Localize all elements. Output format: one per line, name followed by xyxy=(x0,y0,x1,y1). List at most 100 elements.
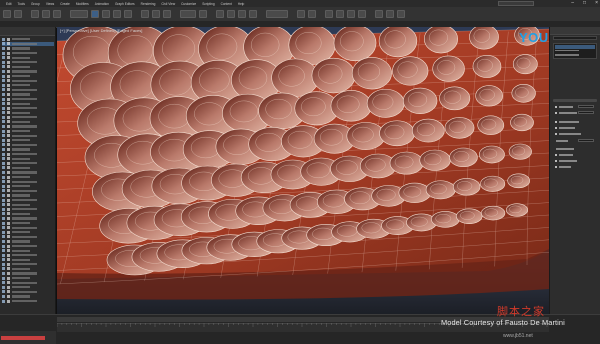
visibility-icon[interactable] xyxy=(2,51,5,55)
visibility-icon[interactable] xyxy=(2,189,5,193)
visibility-icon[interactable] xyxy=(2,212,5,216)
layer-explorer-icon[interactable] xyxy=(325,10,333,18)
curve-editor-icon[interactable] xyxy=(336,10,344,18)
pivot-center-icon[interactable] xyxy=(199,10,207,18)
render-setup-icon[interactable] xyxy=(375,10,383,18)
rollout-checkbox[interactable] xyxy=(555,127,558,130)
menu-animation[interactable]: Animation xyxy=(95,2,109,6)
visibility-icon[interactable] xyxy=(2,235,5,239)
visibility-icon[interactable] xyxy=(2,262,5,266)
rollout-spinner[interactable] xyxy=(578,139,594,142)
rollout-checkbox[interactable] xyxy=(555,112,558,115)
maxscript-mini-listener[interactable] xyxy=(1,336,45,340)
undo-icon[interactable] xyxy=(3,10,11,18)
rollout-checkbox[interactable] xyxy=(555,154,558,157)
menu-content[interactable]: Content xyxy=(221,2,232,6)
menu-create[interactable]: Create xyxy=(60,2,70,6)
visibility-icon[interactable] xyxy=(2,56,5,60)
close-button[interactable]: × xyxy=(595,0,598,6)
rollout-header[interactable] xyxy=(553,99,597,102)
visibility-icon[interactable] xyxy=(2,129,5,133)
visibility-icon[interactable] xyxy=(2,285,5,289)
modifier-stack-item[interactable] xyxy=(555,54,595,58)
visibility-icon[interactable] xyxy=(2,134,5,138)
modifier-stack-item[interactable] xyxy=(555,50,595,54)
visibility-icon[interactable] xyxy=(2,180,5,184)
maximize-button[interactable]: □ xyxy=(583,0,586,6)
visibility-icon[interactable] xyxy=(2,239,5,243)
visibility-icon[interactable] xyxy=(2,216,5,220)
percent-snap-icon[interactable] xyxy=(238,10,246,18)
visibility-icon[interactable] xyxy=(2,111,5,115)
visibility-icon[interactable] xyxy=(2,226,5,230)
visibility-icon[interactable] xyxy=(2,171,5,175)
menu-civil-view[interactable]: Civil View xyxy=(161,2,175,6)
menu-scripting[interactable]: Scripting xyxy=(202,2,214,6)
rollout-checkbox[interactable] xyxy=(555,106,558,109)
visibility-icon[interactable] xyxy=(2,92,5,96)
visibility-icon[interactable] xyxy=(2,138,5,142)
scale-icon[interactable] xyxy=(163,10,171,18)
perspective-viewport[interactable]: [+] [Perspective] [User Defined] [Edged … xyxy=(57,27,549,314)
select-object-icon[interactable] xyxy=(91,10,99,18)
visibility-icon[interactable] xyxy=(2,203,5,207)
selection-filter-dropdown[interactable] xyxy=(70,10,88,18)
visibility-icon[interactable] xyxy=(2,276,5,280)
visibility-icon[interactable] xyxy=(2,69,5,73)
mirror-icon[interactable] xyxy=(297,10,305,18)
rollout-checkbox[interactable] xyxy=(555,160,558,163)
menu-tools[interactable]: Tools xyxy=(18,2,25,6)
modifier-stack[interactable] xyxy=(553,43,597,59)
visibility-icon[interactable] xyxy=(2,230,5,234)
visibility-icon[interactable] xyxy=(2,290,5,294)
menu-help[interactable]: Help xyxy=(238,2,245,6)
visibility-icon[interactable] xyxy=(2,244,5,248)
window-crossing-icon[interactable] xyxy=(124,10,132,18)
visibility-icon[interactable] xyxy=(2,249,5,253)
material-editor-icon[interactable] xyxy=(358,10,366,18)
visibility-icon[interactable] xyxy=(2,37,5,41)
rollout-spinner[interactable] xyxy=(578,105,594,108)
rectangular-selection-icon[interactable] xyxy=(113,10,121,18)
visibility-icon[interactable] xyxy=(2,258,5,262)
visibility-icon[interactable] xyxy=(2,74,5,78)
move-icon[interactable] xyxy=(141,10,149,18)
visibility-icon[interactable] xyxy=(2,299,5,303)
visibility-icon[interactable] xyxy=(2,88,5,92)
rollout-checkbox[interactable] xyxy=(555,121,558,124)
visibility-icon[interactable] xyxy=(2,207,5,211)
menu-rendering[interactable]: Rendering xyxy=(141,2,156,6)
visibility-icon[interactable] xyxy=(2,221,5,225)
visibility-icon[interactable] xyxy=(2,42,5,46)
visibility-icon[interactable] xyxy=(2,193,5,197)
visibility-icon[interactable] xyxy=(2,152,5,156)
visibility-icon[interactable] xyxy=(2,46,5,50)
workspace-dropdown[interactable] xyxy=(498,1,534,6)
visibility-icon[interactable] xyxy=(2,106,5,110)
visibility-icon[interactable] xyxy=(2,161,5,165)
visibility-icon[interactable] xyxy=(2,198,5,202)
menu-group[interactable]: Group xyxy=(31,2,40,6)
object-name-field[interactable] xyxy=(553,36,597,40)
rollout-checkbox[interactable] xyxy=(555,166,558,169)
angle-snap-icon[interactable] xyxy=(227,10,235,18)
select-by-name-icon[interactable] xyxy=(102,10,110,18)
unlink-icon[interactable] xyxy=(42,10,50,18)
snaps-toggle-icon[interactable] xyxy=(216,10,224,18)
visibility-icon[interactable] xyxy=(2,65,5,69)
modifier-stack-item[interactable] xyxy=(555,45,595,49)
rotate-icon[interactable] xyxy=(152,10,160,18)
link-icon[interactable] xyxy=(31,10,39,18)
visibility-icon[interactable] xyxy=(2,102,5,106)
visibility-icon[interactable] xyxy=(2,83,5,87)
visibility-icon[interactable] xyxy=(2,125,5,129)
align-icon[interactable] xyxy=(308,10,316,18)
bind-space-warp-icon[interactable] xyxy=(53,10,61,18)
visibility-icon[interactable] xyxy=(2,175,5,179)
visibility-icon[interactable] xyxy=(2,148,5,152)
menu-views[interactable]: Views xyxy=(46,2,54,6)
viewport-label[interactable]: [+] [Perspective] [User Defined] [Edged … xyxy=(60,28,142,33)
visibility-icon[interactable] xyxy=(2,267,5,271)
rollout-spinner[interactable] xyxy=(578,111,594,114)
named-selection-dropdown[interactable] xyxy=(266,10,288,18)
